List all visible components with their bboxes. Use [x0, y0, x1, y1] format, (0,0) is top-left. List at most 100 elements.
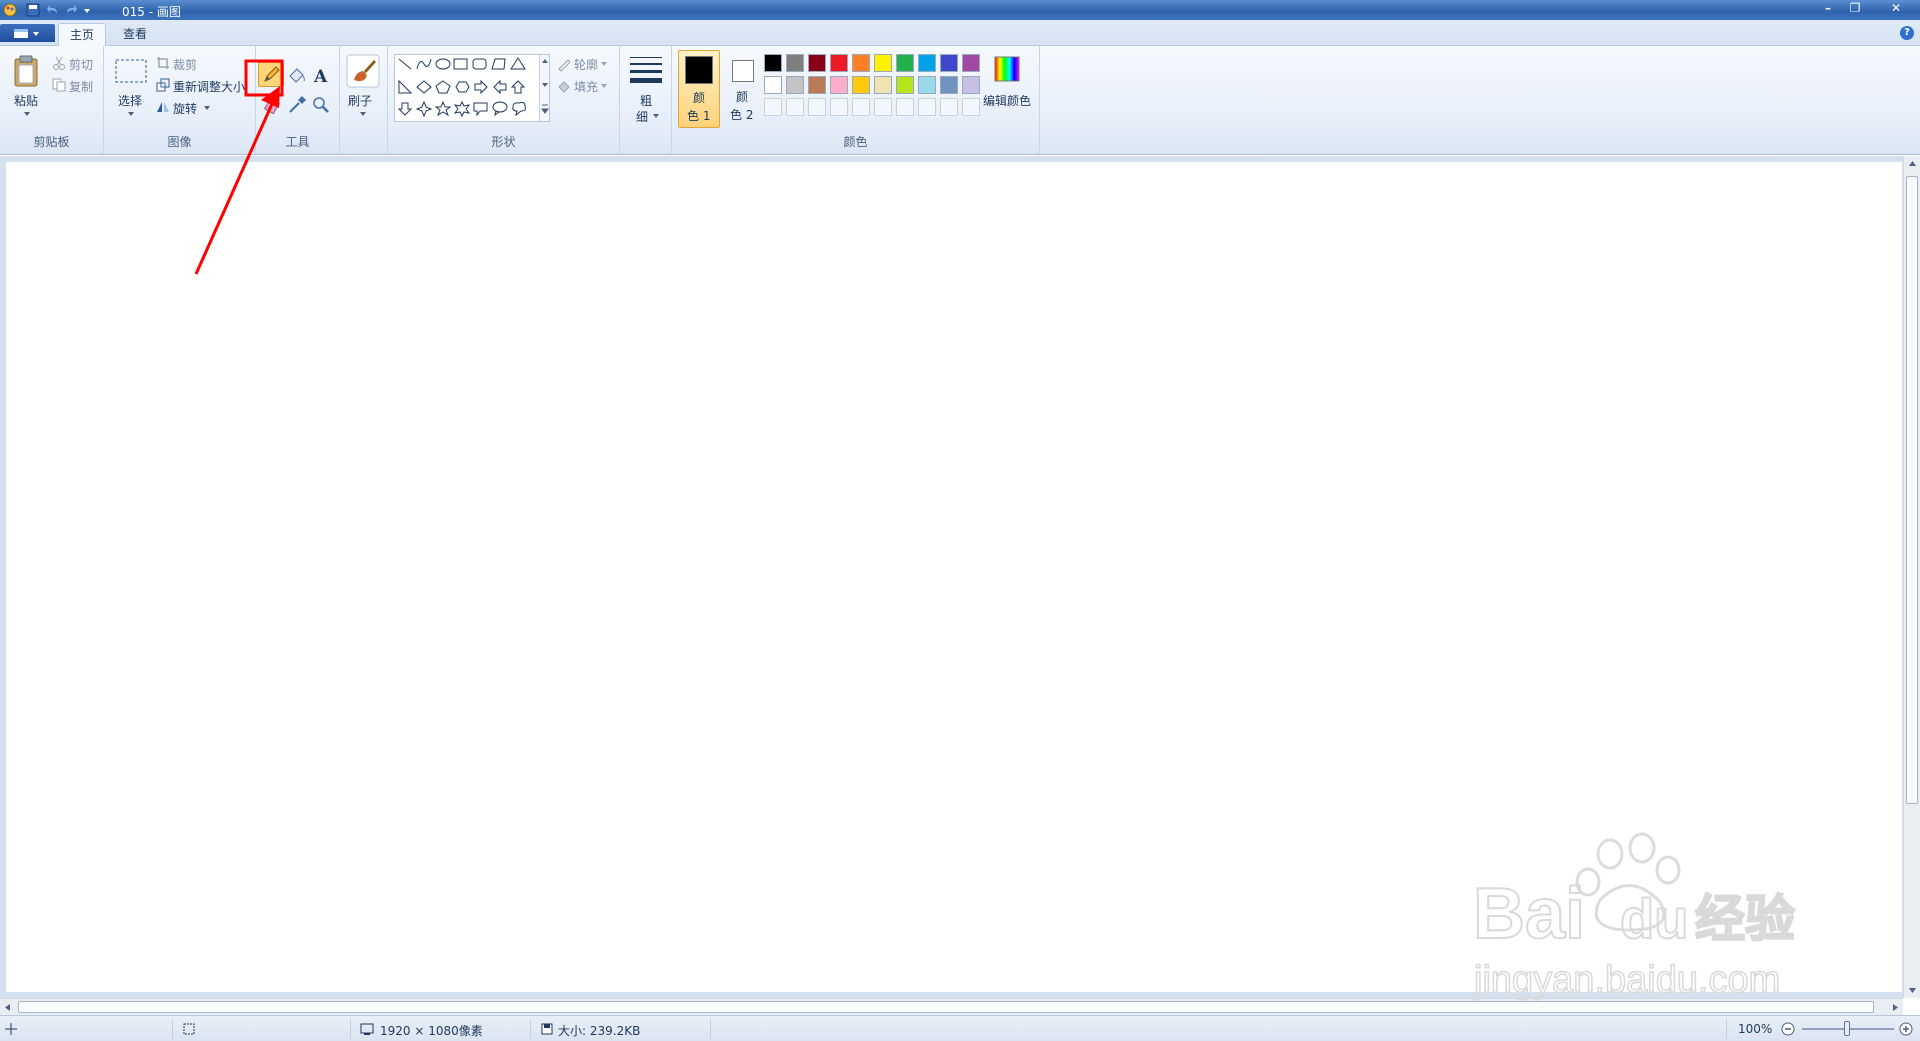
scroll-right-icon[interactable] [1887, 999, 1903, 1015]
palette-color-swatch[interactable] [764, 76, 782, 94]
palette-custom-slot[interactable] [874, 98, 892, 116]
palette-custom-slot[interactable] [786, 98, 804, 116]
maximize-button[interactable]: ❐ [1843, 1, 1867, 17]
palette-color-swatch[interactable] [830, 54, 848, 72]
minimize-button[interactable]: – [1816, 1, 1840, 17]
size-label-top: 粗 [640, 94, 653, 108]
resize-icon [156, 78, 170, 92]
vertical-scroll-thumb[interactable] [1906, 176, 1918, 804]
palette-custom-slot[interactable] [852, 98, 870, 116]
palette-custom-slot[interactable] [896, 98, 914, 116]
zoom-out-icon[interactable] [1780, 1021, 1796, 1037]
color-palette [764, 54, 986, 120]
shapes-gallery[interactable] [394, 54, 550, 122]
palette-color-swatch[interactable] [852, 76, 870, 94]
vertical-scrollbar[interactable] [1903, 156, 1920, 998]
zoom-slider-thumb[interactable] [1844, 1021, 1850, 1036]
window-title: 015 - 画图 [122, 5, 181, 19]
paste-button[interactable]: 粘贴 [14, 92, 38, 109]
palette-custom-slot[interactable] [808, 98, 826, 116]
brushes-group[interactable]: 刷子 [340, 46, 388, 154]
scroll-left-icon[interactable] [0, 999, 16, 1015]
status-separator [350, 1019, 351, 1039]
pencil-tool[interactable] [258, 62, 284, 87]
palette-color-swatch[interactable] [918, 54, 936, 72]
status-bar: 1920 × 1080像素 大小: 239.2KB 100% [0, 1015, 1920, 1041]
palette-color-swatch[interactable] [764, 54, 782, 72]
outline-button[interactable]: 轮廓 [574, 56, 598, 73]
palette-custom-slot[interactable] [940, 98, 958, 116]
outline-dropdown-icon[interactable] [600, 60, 608, 68]
color1-button[interactable]: 颜 色 1 [678, 50, 720, 128]
redo-icon[interactable] [64, 2, 78, 18]
rotate-icon [157, 102, 169, 112]
palette-custom-slot[interactable] [918, 98, 936, 116]
palette-color-swatch[interactable] [962, 76, 980, 94]
select-dropdown-icon[interactable] [126, 110, 136, 118]
palette-color-swatch[interactable] [874, 76, 892, 94]
palette-color-swatch[interactable] [896, 54, 914, 72]
size-dropdown-icon[interactable] [652, 112, 660, 120]
shapes-gallery-icons [397, 57, 526, 118]
tab-home[interactable]: 主页 [58, 23, 107, 46]
paste-icon[interactable] [12, 54, 40, 88]
paint-app-icon[interactable] [2, 2, 18, 18]
text-tool-icon[interactable]: A [310, 64, 332, 86]
close-button[interactable]: ✕ [1881, 1, 1911, 17]
size-group[interactable]: 粗 细 [620, 46, 672, 154]
palette-color-swatch[interactable] [808, 54, 826, 72]
color2-button[interactable]: 颜 色 2 [722, 50, 764, 128]
scroll-down-icon[interactable] [1904, 982, 1920, 998]
palette-color-swatch[interactable] [896, 76, 914, 94]
palette-color-swatch[interactable] [830, 76, 848, 94]
palette-color-swatch[interactable] [918, 76, 936, 94]
palette-color-swatch[interactable] [962, 54, 980, 72]
rotate-button[interactable]: 旋转 [173, 100, 197, 117]
magnifier-icon[interactable] [310, 94, 332, 116]
select-icon[interactable] [114, 58, 148, 84]
scroll-up-icon[interactable] [1904, 156, 1920, 172]
color-picker-icon[interactable] [286, 94, 308, 116]
palette-color-swatch[interactable] [808, 76, 826, 94]
shapes-group: 轮廓 填充 形状 [388, 46, 620, 154]
clipboard-group: 粘贴 剪切 复制 剪贴板 [0, 46, 104, 154]
palette-color-swatch[interactable] [786, 54, 804, 72]
palette-color-swatch[interactable] [852, 54, 870, 72]
help-icon[interactable]: ? [1900, 26, 1914, 40]
fill-bucket-icon[interactable] [286, 64, 308, 86]
palette-color-swatch[interactable] [874, 54, 892, 72]
cut-button[interactable]: 剪切 [69, 56, 93, 73]
palette-color-swatch[interactable] [940, 76, 958, 94]
rotate-dropdown-icon[interactable] [202, 104, 212, 112]
select-button[interactable]: 选择 [118, 92, 142, 109]
cut-icon [53, 56, 65, 70]
palette-custom-slot[interactable] [764, 98, 782, 116]
zoom-in-icon[interactable] [1898, 1021, 1914, 1037]
fill-button[interactable]: 填充 [574, 78, 598, 95]
size-lines-icon [630, 57, 662, 83]
fill-dropdown-icon[interactable] [600, 82, 608, 90]
save-icon[interactable] [26, 2, 40, 18]
palette-custom-slot[interactable] [830, 98, 848, 116]
palette-color-swatch[interactable] [786, 76, 804, 94]
undo-icon[interactable] [46, 2, 60, 18]
copy-icon [52, 78, 66, 92]
crop-button[interactable]: 裁剪 [173, 56, 197, 73]
resize-button[interactable]: 重新调整大小 [173, 78, 245, 95]
copy-button[interactable]: 复制 [69, 78, 93, 95]
paint-menu-button[interactable] [0, 24, 55, 42]
tab-view[interactable]: 查看 [112, 23, 158, 46]
brushes-dropdown-icon[interactable] [358, 110, 368, 118]
ribbon: 粘贴 剪切 复制 剪贴板 选择 裁剪 重新调整大小 旋转 图像 A 工具 刷子 … [0, 46, 1920, 155]
file-size-icon [541, 1023, 553, 1035]
zoom-level: 100% [1738, 1022, 1773, 1036]
customize-toolbar-icon[interactable] [82, 2, 92, 18]
palette-custom-slot[interactable] [962, 98, 980, 116]
edit-colors-button[interactable]: 编辑颜色 [983, 92, 1031, 109]
shapes-scroll[interactable] [539, 55, 549, 121]
palette-color-swatch[interactable] [940, 54, 958, 72]
brushes-button[interactable]: 刷子 [348, 92, 372, 109]
clipboard-group-label: 剪贴板 [33, 135, 70, 149]
eraser-icon[interactable] [262, 94, 284, 116]
paste-dropdown-icon[interactable] [22, 110, 32, 118]
